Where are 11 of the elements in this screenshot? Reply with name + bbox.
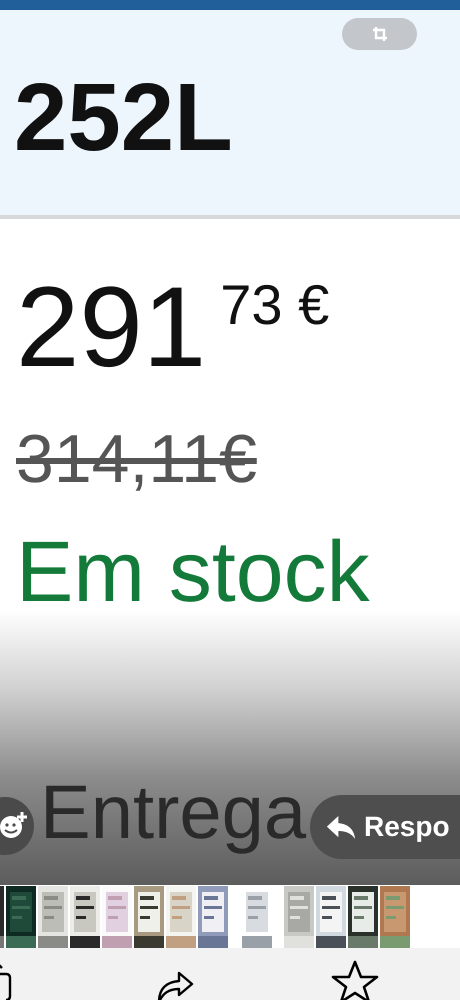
availability-text: Em stock [16, 529, 371, 615]
price-fraction: 73 € [220, 277, 330, 333]
reply-button[interactable]: Respo [310, 795, 460, 859]
smiley-plus-icon [0, 811, 28, 841]
star-icon[interactable] [330, 960, 380, 1000]
old-price: 314,11€ [16, 425, 258, 493]
reply-icon [326, 814, 356, 840]
price-whole: 291 [16, 271, 206, 385]
forward-icon[interactable] [155, 970, 195, 1000]
crop-icon [372, 26, 388, 42]
capacity-title: 252L [14, 70, 233, 166]
